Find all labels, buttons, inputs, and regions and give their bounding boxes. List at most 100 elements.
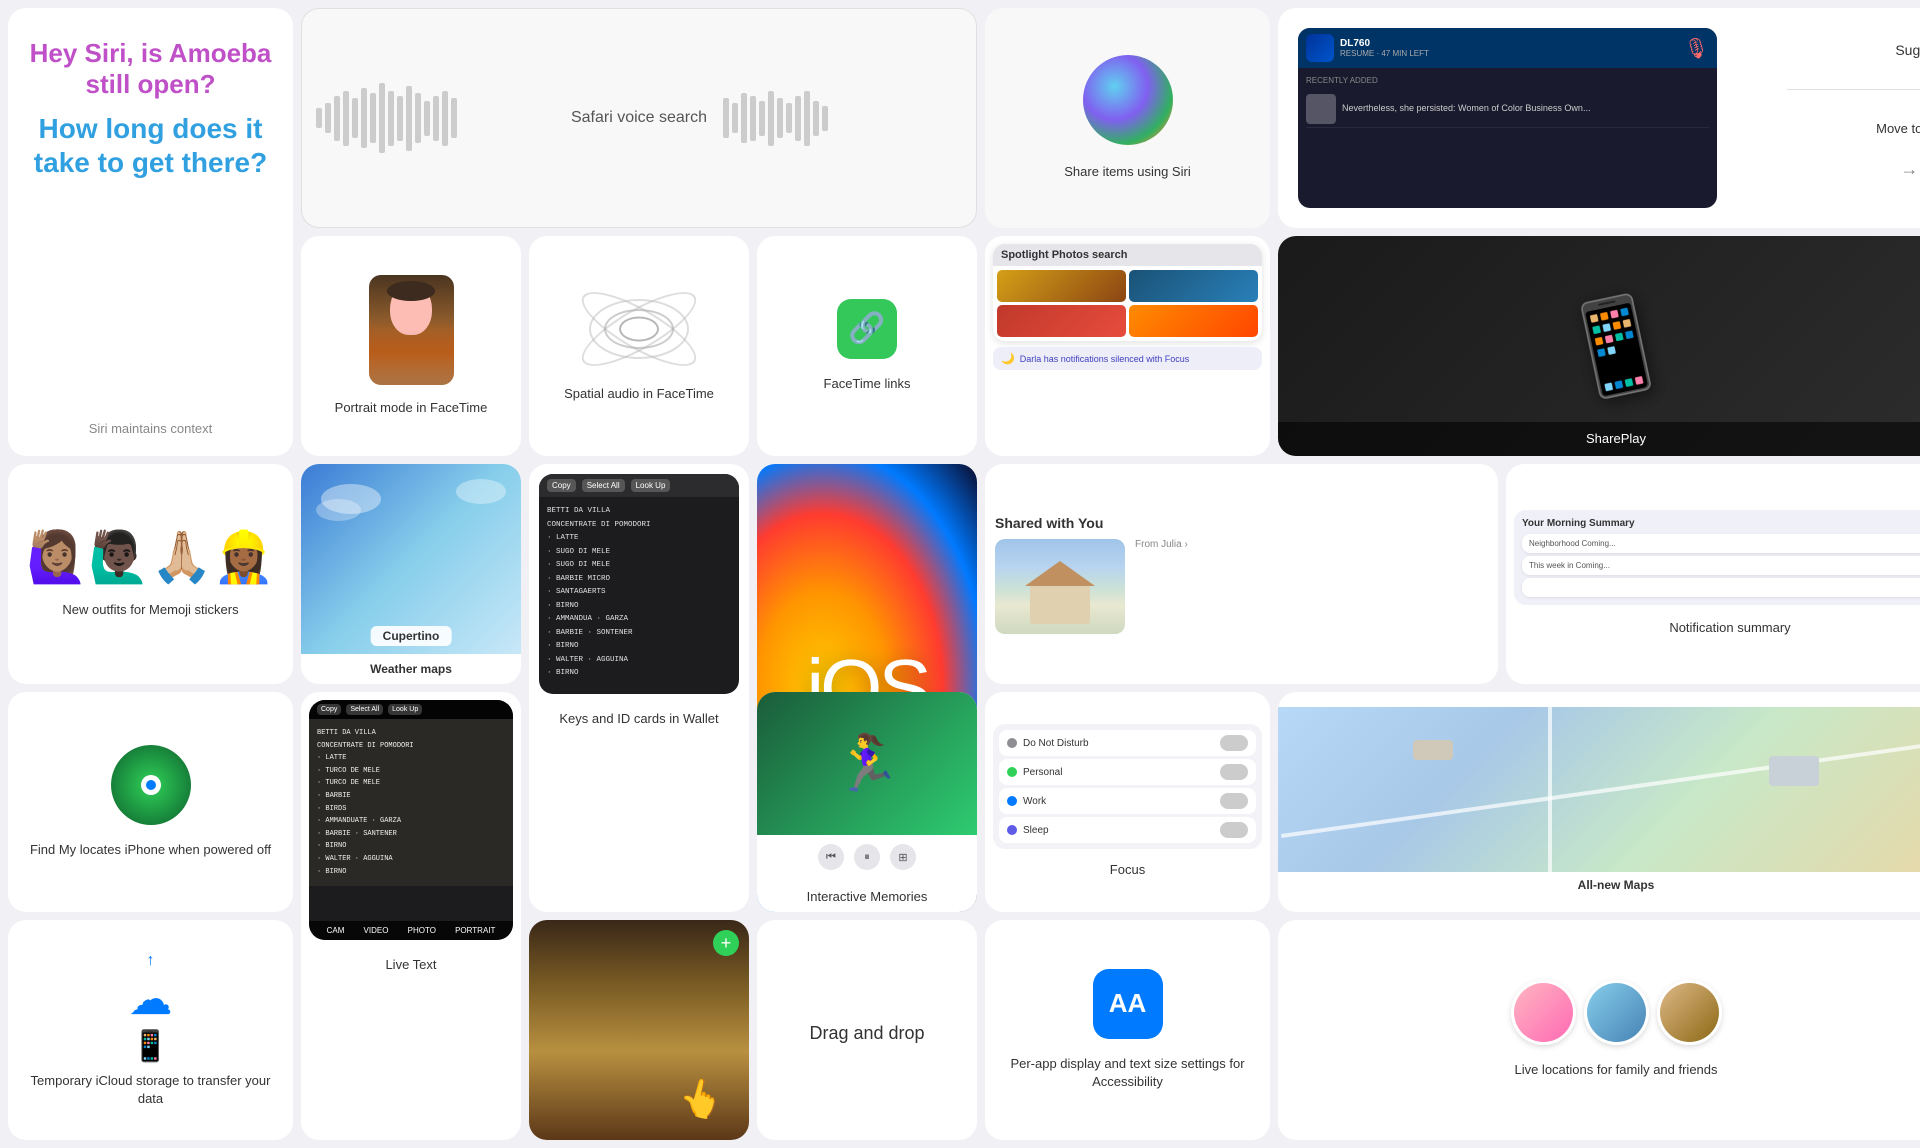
icloud-phone-icon: 📱 (132, 1029, 169, 1064)
widget-panel: DL760 RESUME · 47 MIN LEFT 🎙 RECENTLY AD… (1298, 28, 1717, 208)
wallet-toolbar: Copy Select All Look Up (539, 474, 739, 497)
per-app-icon: AA (1093, 969, 1163, 1039)
findmy-inner-dot (146, 780, 156, 790)
all-new-maps-card: All-new Maps (1278, 692, 1920, 912)
portrait-facetime-card: Portrait mode in FaceTime (301, 236, 521, 456)
notif-item2: This week in Coming... (1522, 556, 1920, 575)
focus-item-sleep[interactable]: Sleep (999, 817, 1256, 843)
widget-title: DL760 (1340, 38, 1429, 49)
focus-dot-personal (1007, 767, 1017, 777)
siri-headline: Hey Siri, is Amoeba still open? (28, 38, 273, 100)
live-locations-avatars (1511, 980, 1722, 1045)
spotlight-header: Spotlight Photos search (993, 244, 1262, 266)
avatar-2 (1584, 980, 1649, 1045)
spotlight-photo-3 (997, 305, 1126, 337)
maps-building1 (1413, 740, 1453, 760)
maps-building2 (1769, 756, 1819, 786)
spotlight-focus-card: Spotlight Photos search 🌙 Darla has noti… (985, 236, 1270, 456)
avatar-3 (1657, 980, 1722, 1045)
drag-drop-photo-card: + 👆 (529, 920, 749, 1140)
siri-context-label: Siri maintains context (89, 421, 213, 436)
weather-maps-card: Cupertino Weather maps (301, 464, 521, 684)
live-locations-card: Live locations for family and friends (1278, 920, 1920, 1140)
focus-toggle-dnd[interactable] (1220, 735, 1248, 751)
memories-btn-grid[interactable]: ⊞ (890, 844, 916, 870)
waveform-left (316, 83, 555, 153)
focus-notification-text: Darla has notifications silenced with Fo… (1020, 354, 1190, 364)
interactive-memories-card: 🏃‍♀️ ⏮ ⏸ ⊞ Interactive Memories (757, 692, 977, 912)
live-text-portrait[interactable]: PORTRAIT (455, 926, 495, 935)
spatial-audio-label: Spatial audio in FaceTime (564, 385, 714, 403)
shared-house-image (995, 539, 1125, 634)
facetime-icon: 🔗 (837, 299, 897, 359)
focus-toggle-work[interactable] (1220, 793, 1248, 809)
drag-drop-label-card: Drag and drop (757, 920, 977, 1140)
wallet-lookup-btn[interactable]: Look Up (631, 479, 671, 492)
notif-item1: Neighborhood Coming... (1522, 534, 1920, 553)
weather-location: Cupertino (371, 626, 452, 646)
widget-header: DL760 RESUME · 47 MIN LEFT 🎙 (1298, 28, 1717, 68)
siri-question2: How long does it take to get there? (28, 112, 273, 179)
focus-dot-work (1007, 796, 1017, 806)
live-locations-label: Live locations for family and friends (1514, 1061, 1717, 1079)
live-text-bottom-bar: CAM VIDEO PHOTO PORTRAIT (309, 921, 513, 940)
siri-orb (1083, 55, 1173, 145)
waveform-right (723, 91, 962, 146)
weather-cloud3 (456, 479, 506, 504)
spotlight-photo-4 (1129, 305, 1258, 337)
spatial-audio-card: Spatial audio in FaceTime (529, 236, 749, 456)
memoji-card: 🙋🏽‍♀️🙋🏿‍♂️🙏🏼👷🏾‍♀️ New outfits for Memoji… (8, 464, 293, 684)
shared-from-label: From Julia › (1135, 539, 1488, 550)
wallet-copy-btn[interactable]: Copy (547, 479, 576, 492)
live-text-video[interactable]: VIDEO (364, 926, 389, 935)
shareplay-phone: 📱 (1550, 283, 1681, 409)
live-text-cam[interactable]: CAM (327, 926, 345, 935)
widget-body: RECENTLY ADDED Nevertheless, she persist… (1298, 68, 1717, 208)
focus-label-work: Work (1023, 796, 1046, 807)
memories-person-emoji: 🏃‍♀️ (833, 731, 901, 796)
live-text-copy-btn[interactable]: Copy (317, 704, 341, 715)
icloud-visual: ↑ ☁ 📱 (129, 952, 173, 1064)
live-text-card: Copy Select All Look Up BETTI DA VILLA C… (301, 692, 521, 1140)
safari-voice-label: Safari voice search (571, 109, 707, 127)
notif-screen: Your Morning Summary Neighborhood Coming… (1514, 510, 1920, 605)
live-text-selectall-btn[interactable]: Select All (346, 704, 383, 715)
ios-arrow: → iOS (1876, 144, 1920, 195)
notif-header: Your Morning Summary (1522, 518, 1920, 529)
notification-summary-card: Your Morning Summary Neighborhood Coming… (1506, 464, 1920, 684)
live-text-photo[interactable]: PHOTO (408, 926, 436, 935)
per-app-aa-text: AA (1109, 988, 1147, 1019)
focus-toggle-sleep[interactable] (1220, 822, 1248, 838)
siri-card: Hey Siri, is Amoeba still open? How long… (8, 8, 293, 456)
notif-item3 (1522, 578, 1920, 597)
widget-thumb1 (1306, 94, 1336, 124)
focus-item-work[interactable]: Work (999, 788, 1256, 814)
weather-map-bg: Cupertino (301, 464, 521, 654)
widgets-card: DL760 RESUME · 47 MIN LEFT 🎙 RECENTLY AD… (1278, 8, 1920, 228)
avatar-1 (1511, 980, 1576, 1045)
memories-btn-pause[interactable]: ⏸ (854, 844, 880, 870)
focus-toggle-personal[interactable] (1220, 764, 1248, 780)
findmy-dot (141, 775, 161, 795)
shared-content: From Julia › (995, 539, 1488, 634)
icloud-label: Temporary iCloud storage to transfer you… (22, 1072, 279, 1108)
focus-item-personal[interactable]: Personal (999, 759, 1256, 785)
maps-road-h (1281, 740, 1920, 838)
shareplay-card: 📱 SharePlay (1278, 236, 1920, 456)
findmy-card: Find My locates iPhone when powered off (8, 692, 293, 912)
wallet-selectall-btn[interactable]: Select All (582, 479, 625, 492)
maps-label-bar: All-new Maps (1570, 872, 1663, 898)
focus-item-donotdisturb[interactable]: Do Not Disturb (999, 730, 1256, 756)
shared-with-you-card: Shared with You From Julia › (985, 464, 1498, 684)
wallet-screen: Copy Select All Look Up BETTI DA VILLA C… (539, 474, 739, 694)
memories-btn-rewind[interactable]: ⏮ (818, 844, 844, 870)
weather-maps-label: Weather maps (370, 662, 452, 676)
live-text-label: Live Text (385, 956, 436, 974)
shareplay-bg: 📱 SharePlay (1278, 236, 1920, 456)
move-ios-section: Move to iOS improvements → iOS (1876, 121, 1920, 195)
focus-dot-dnd (1007, 738, 1017, 748)
facetime-links-card: 🔗 FaceTime links (757, 236, 977, 456)
icloud-card: ↑ ☁ 📱 Temporary iCloud storage to transf… (8, 920, 293, 1140)
keys-wallet-label: Keys and ID cards in Wallet (559, 710, 718, 728)
live-text-lookup-btn[interactable]: Look Up (388, 704, 422, 715)
